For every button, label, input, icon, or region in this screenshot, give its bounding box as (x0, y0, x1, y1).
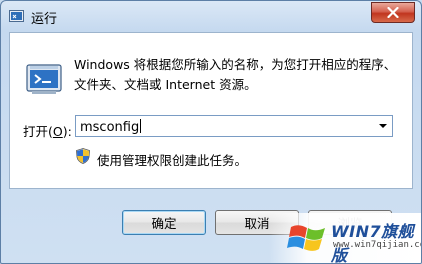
open-label-prefix: 打开( (23, 124, 53, 139)
title-bar[interactable]: 运行 (1, 1, 421, 33)
ok-button[interactable]: 确定 (122, 210, 206, 235)
open-input-value: msconfig (80, 120, 140, 135)
dialog-description: Windows 将根据您所输入的名称，为您打开相应的程序、文件夹、文档或 Int… (74, 57, 397, 92)
open-label: 打开(O): (23, 121, 72, 140)
window-title: 运行 (31, 12, 58, 27)
open-label-suffix: ): (62, 124, 72, 139)
run-program-icon (26, 64, 62, 94)
windows-logo-icon (287, 225, 325, 251)
run-dialog-window: 运行 Windows 将根据您所输入的名称，为您打开相应的程序、文件夹、文档或 … (0, 0, 422, 264)
chevron-down-icon[interactable] (379, 124, 387, 128)
close-button[interactable] (371, 2, 415, 23)
open-input[interactable]: msconfig (80, 119, 142, 135)
watermark-url: www.win7qijian.com (333, 240, 422, 250)
admin-privilege-note: 使用管理权限创建此任务。 (97, 153, 248, 168)
site-watermark: WIN7旗舰版 www.win7qijian.com (269, 213, 422, 263)
uac-shield-icon (76, 148, 90, 164)
run-dialog-icon (9, 10, 24, 22)
open-combobox[interactable]: msconfig (75, 115, 393, 137)
dialog-body: Windows 将根据您所输入的名称，为您打开相应的程序、文件夹、文档或 Int… (9, 32, 413, 189)
open-label-accelerator: O (52, 124, 63, 139)
close-icon (387, 7, 399, 18)
text-caret (140, 119, 142, 133)
